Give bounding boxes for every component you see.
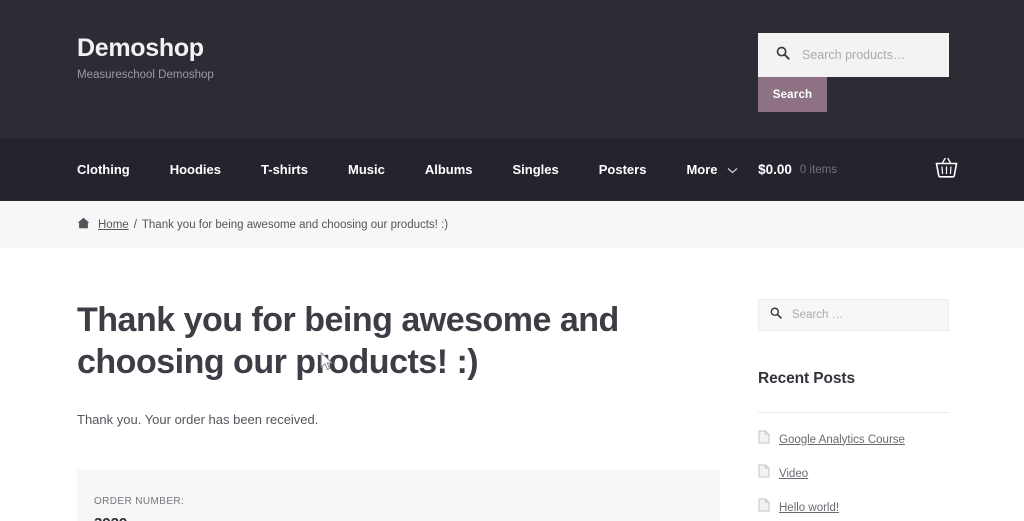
content-area: Thank you for being awesome and choosing… — [0, 248, 1024, 521]
arrow-cursor — [320, 351, 335, 377]
primary-navigation-bar: Clothing Hoodies T-shirts Music Albums S… — [0, 138, 1024, 201]
order-number-label: ORDER NUMBER: — [94, 496, 185, 507]
nav-item-singles[interactable]: Singles — [513, 162, 559, 177]
site-title: Demoshop — [77, 34, 204, 62]
document-icon — [758, 498, 770, 517]
main-column: Thank you for being awesome and choosing… — [77, 248, 722, 521]
breadcrumb: Home / Thank you for being awesome and c… — [77, 201, 448, 248]
nav-item-label: Music — [347, 162, 385, 177]
nav-item-label: Clothing — [77, 162, 130, 177]
nav-item-label: Posters — [598, 162, 647, 177]
nav-item-posters[interactable]: Posters — [599, 162, 647, 177]
cart-summary[interactable]: $0.00 0 items — [758, 138, 1024, 201]
recent-post-link[interactable]: Video — [779, 468, 808, 480]
breadcrumb-home-link[interactable]: Home — [98, 219, 129, 231]
shopping-basket-icon[interactable] — [935, 157, 958, 183]
site-branding[interactable]: Demoshop Measureschool Demoshop — [77, 33, 214, 82]
primary-menu: Clothing Hoodies T-shirts Music Albums S… — [77, 138, 738, 201]
chevron-down-icon — [727, 162, 738, 177]
sidebar: Recent Posts Google Analytics Course — [758, 248, 949, 521]
sidebar-search-field[interactable] — [758, 299, 949, 331]
nav-item-label: Hoodies — [169, 162, 222, 177]
page-root: Demoshop Measureschool Demoshop Search C… — [0, 0, 1024, 521]
nav-item-label: More — [686, 162, 718, 177]
breadcrumb-bar: Home / Thank you for being awesome and c… — [0, 201, 1024, 248]
product-search-field[interactable] — [758, 33, 949, 77]
recent-posts-title: Recent Posts — [758, 370, 855, 387]
order-summary-box: ORDER NUMBER: 3929 — [77, 470, 720, 521]
nav-item-more[interactable]: More — [686, 162, 737, 177]
list-item[interactable]: Google Analytics Course — [758, 430, 949, 449]
order-received-message: Thank you. Your order has been received. — [77, 412, 319, 427]
site-header: Demoshop Measureschool Demoshop Search — [0, 0, 1024, 138]
document-icon — [758, 464, 770, 483]
nav-item-label: Albums — [424, 162, 473, 177]
nav-item-label: Singles — [512, 162, 559, 177]
recent-posts-list: Google Analytics Course Video Hello worl… — [758, 430, 949, 517]
breadcrumb-separator: / — [133, 218, 137, 231]
recent-post-link[interactable]: Hello world! — [779, 502, 839, 514]
nav-item-clothing[interactable]: Clothing — [77, 162, 130, 177]
recent-post-link[interactable]: Google Analytics Course — [779, 434, 905, 446]
breadcrumb-current-page: Thank you for being awesome and choosing… — [141, 218, 449, 231]
site-tagline: Measureschool Demoshop — [77, 69, 214, 81]
document-icon — [758, 430, 770, 449]
sidebar-search-input[interactable] — [792, 309, 922, 321]
list-item[interactable]: Hello world! — [758, 498, 949, 517]
search-icon — [776, 46, 790, 65]
search-icon — [770, 306, 782, 324]
order-number-value: 3929 — [94, 515, 720, 521]
product-search-input[interactable] — [802, 48, 932, 62]
divider — [758, 412, 949, 413]
cart-item-count: 0 items — [799, 163, 837, 176]
nav-item-t-shirts[interactable]: T-shirts — [261, 162, 308, 177]
nav-item-music[interactable]: Music — [348, 162, 385, 177]
page-title: Thank you for being awesome and choosing… — [77, 301, 619, 381]
cart-total: $0.00 — [758, 162, 792, 177]
list-item[interactable]: Video — [758, 464, 949, 483]
product-search-form: Search — [758, 33, 949, 112]
nav-item-hoodies[interactable]: Hoodies — [170, 162, 221, 177]
nav-item-label: T-shirts — [261, 162, 308, 177]
product-search-submit-button[interactable]: Search — [758, 77, 827, 112]
home-icon — [77, 217, 90, 232]
nav-item-albums[interactable]: Albums — [425, 162, 473, 177]
